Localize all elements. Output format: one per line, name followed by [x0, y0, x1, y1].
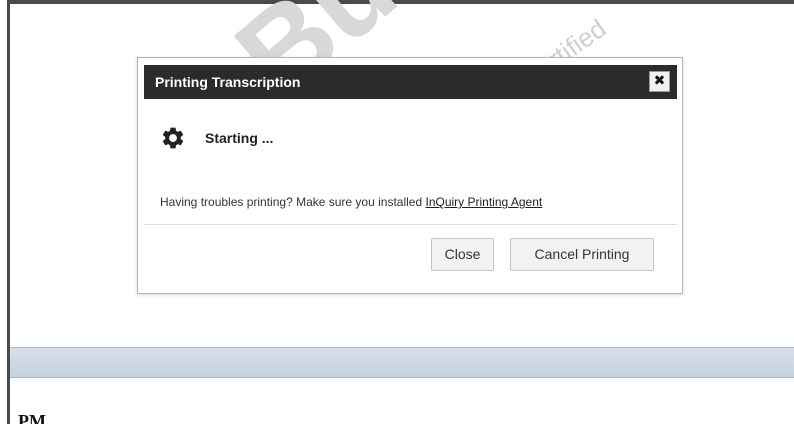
- page: Built Certified PM Printing Transcriptio…: [0, 0, 794, 424]
- dialog-header: Printing Transcription ✖: [144, 65, 677, 99]
- dialog-divider: [144, 224, 677, 225]
- top-border: [7, 0, 794, 4]
- status-text: Starting ...: [205, 130, 274, 146]
- close-button[interactable]: Close: [431, 238, 494, 271]
- print-dialog: Printing Transcription ✖ Starting ... Ha…: [137, 57, 683, 294]
- printing-agent-link[interactable]: InQuiry Printing Agent: [425, 195, 542, 209]
- close-icon[interactable]: ✖: [649, 71, 670, 92]
- gear-icon: [162, 127, 184, 149]
- help-line: Having troubles printing? Make sure you …: [160, 195, 542, 209]
- help-text: Having troubles printing? Make sure you …: [160, 195, 426, 209]
- header-band: [10, 347, 794, 378]
- cancel-printing-button[interactable]: Cancel Printing: [510, 238, 654, 271]
- background-partial-text: PM: [18, 411, 46, 424]
- dialog-title: Printing Transcription: [155, 74, 301, 90]
